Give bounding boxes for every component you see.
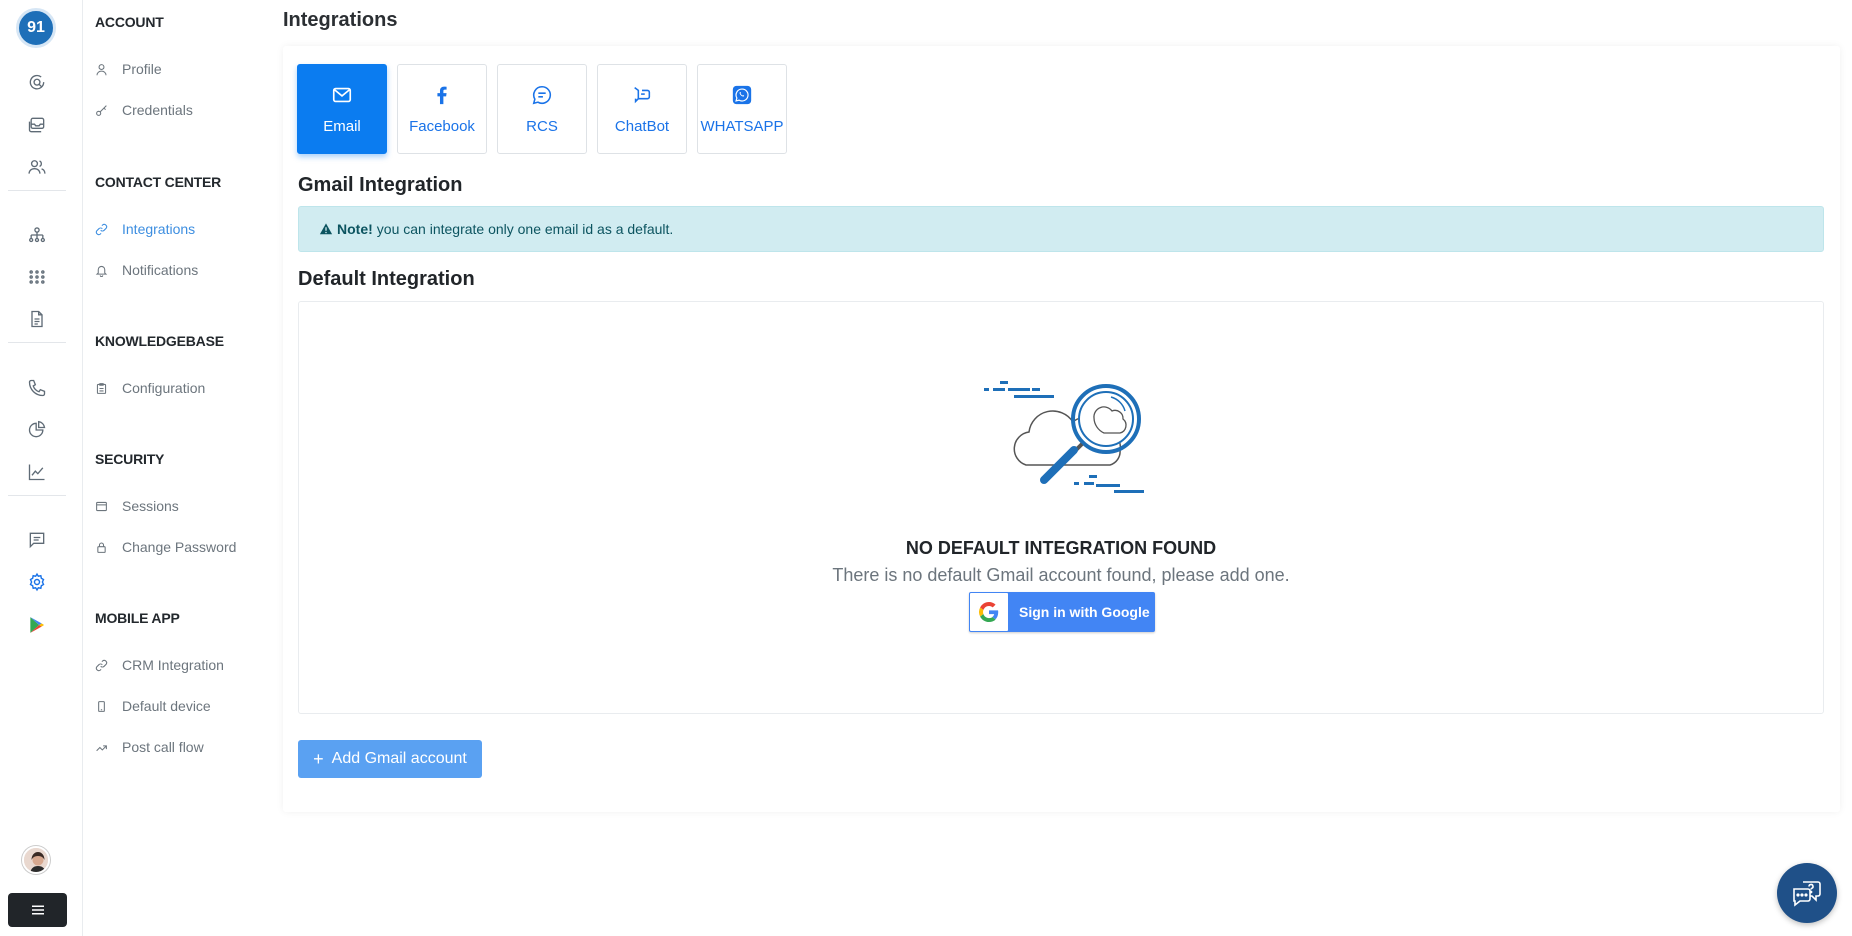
tab-label: Facebook [409,117,475,135]
help-chat-icon [1793,881,1821,907]
sidebar-section-mobile-app: MOBILE APP [95,610,180,626]
clipboard-icon [96,382,107,394]
brand-logo[interactable]: 91 [16,8,56,48]
sidebar-item-label: Notifications [122,262,199,278]
app-root: 91 ACCOUNT Profile Credentials CONTACT C… [0,0,1852,936]
sidebar-item-label: Credentials [122,102,193,118]
tab-label: RCS [526,117,558,135]
plus-icon: + [313,748,324,769]
window-icon [96,501,107,511]
menu-toggle-button[interactable] [8,893,67,927]
sidebar-item-label: Default device [122,698,211,714]
sidebar-item-default-device[interactable]: Default device [95,698,211,714]
settings-sidebar: ACCOUNT Profile Credentials CONTACT CENT… [83,0,273,936]
note-alert: Note! you can integrate only one email i… [298,206,1824,252]
sidebar-item-change-password[interactable]: Change Password [95,539,236,555]
message-icon[interactable] [22,525,52,555]
empty-state-panel: NO DEFAULT INTEGRATION FOUND There is no… [298,301,1824,714]
sidebar-item-label: Integrations [122,221,196,237]
sidebar-item-sessions[interactable]: Sessions [95,498,179,514]
warning-icon [319,223,333,235]
gear-icon[interactable] [22,567,52,597]
trend-icon [96,744,107,751]
tab-label: WHATSAPP [700,117,784,135]
chat-bubble-icon [532,85,552,104]
sidebar-item-label: Configuration [122,380,206,396]
sidebar-item-notifications[interactable]: Notifications [95,262,198,278]
sidebar-section-security: SECURITY [95,451,165,467]
tab-chatbot[interactable]: ChatBot [597,64,687,154]
chat-search-icon[interactable] [22,68,52,98]
sidebar-item-integrations[interactable]: Integrations [95,221,195,237]
play-store-icon[interactable] [22,610,52,640]
sidebar-item-profile[interactable]: Profile [95,61,162,77]
sidebar-item-label: CRM Integration [122,657,224,673]
sidebar-item-post-call-flow[interactable]: Post call flow [95,739,204,755]
google-logo-icon [970,593,1008,631]
sidebar-item-label: Profile [122,61,162,77]
rail-divider [8,495,66,496]
empty-state-title: NO DEFAULT INTEGRATION FOUND [905,538,1217,558]
sidebar-item-label: Change Password [122,539,237,555]
link-icon [95,223,108,235]
note-label: Note! [337,221,373,237]
hamburger-icon [31,905,44,915]
users-icon[interactable] [22,152,52,182]
icon-rail: 91 [0,0,83,936]
integration-tabs: Email Facebook RCS ChatBot WHATSAPP [297,64,787,154]
chatbot-icon [634,86,651,103]
google-button-label: Sign in with Google [1019,604,1150,620]
org-chart-icon[interactable] [22,220,52,250]
tab-label: ChatBot [614,117,670,135]
user-icon [96,63,107,75]
avatar[interactable] [22,846,50,874]
sidebar-item-crm-integration[interactable]: CRM Integration [95,657,224,673]
note-text: you can integrate only one email id as a… [376,221,674,237]
whatsapp-icon [732,85,752,104]
document-icon[interactable] [22,304,52,334]
tab-whatsapp[interactable]: WHATSAPP [697,64,787,154]
sidebar-section-contact-center: CONTACT CENTER [95,174,222,190]
tab-label: Email [323,117,361,135]
sidebar-item-label: Sessions [122,498,179,514]
dialpad-icon[interactable] [22,262,52,292]
default-integration-heading: Default Integration [298,268,475,290]
help-chat-button[interactable] [1777,863,1837,923]
gmail-integration-heading: Gmail Integration [298,174,463,196]
add-button-label: Add Gmail account [331,750,467,767]
sidebar-section-account: ACCOUNT [95,14,164,30]
key-icon [96,104,107,116]
envelope-icon [332,87,352,102]
sidebar-item-label: Post call flow [122,739,204,755]
mobile-icon [98,700,105,712]
facebook-icon [437,86,447,104]
tab-rcs[interactable]: RCS [497,64,587,154]
cloud-search-illustration [984,381,1144,493]
phone-icon[interactable] [22,373,52,403]
sidebar-item-credentials[interactable]: Credentials [95,102,193,118]
line-chart-icon[interactable] [22,457,52,487]
add-gmail-account-button[interactable]: + Add Gmail account [298,740,482,778]
tab-facebook[interactable]: Facebook [397,64,487,154]
lock-icon [97,542,106,553]
rail-divider [8,342,66,343]
sidebar-item-configuration[interactable]: Configuration [95,380,205,396]
empty-state-subtitle: There is no default Gmail account found,… [832,565,1290,585]
rail-divider [8,190,66,191]
link-icon [95,659,108,671]
tab-email[interactable]: Email [297,64,387,154]
bell-icon [95,265,108,277]
page-title: Integrations [283,9,398,31]
sign-in-with-google-button[interactable]: Sign in with Google [969,592,1155,632]
integrations-card: Email Facebook RCS ChatBot WHATSAPP Gmai… [283,46,1840,812]
pie-chart-icon[interactable] [22,415,52,445]
inbox-icon[interactable] [22,110,52,140]
sidebar-section-knowledgebase: KNOWLEDGEBASE [95,333,224,349]
